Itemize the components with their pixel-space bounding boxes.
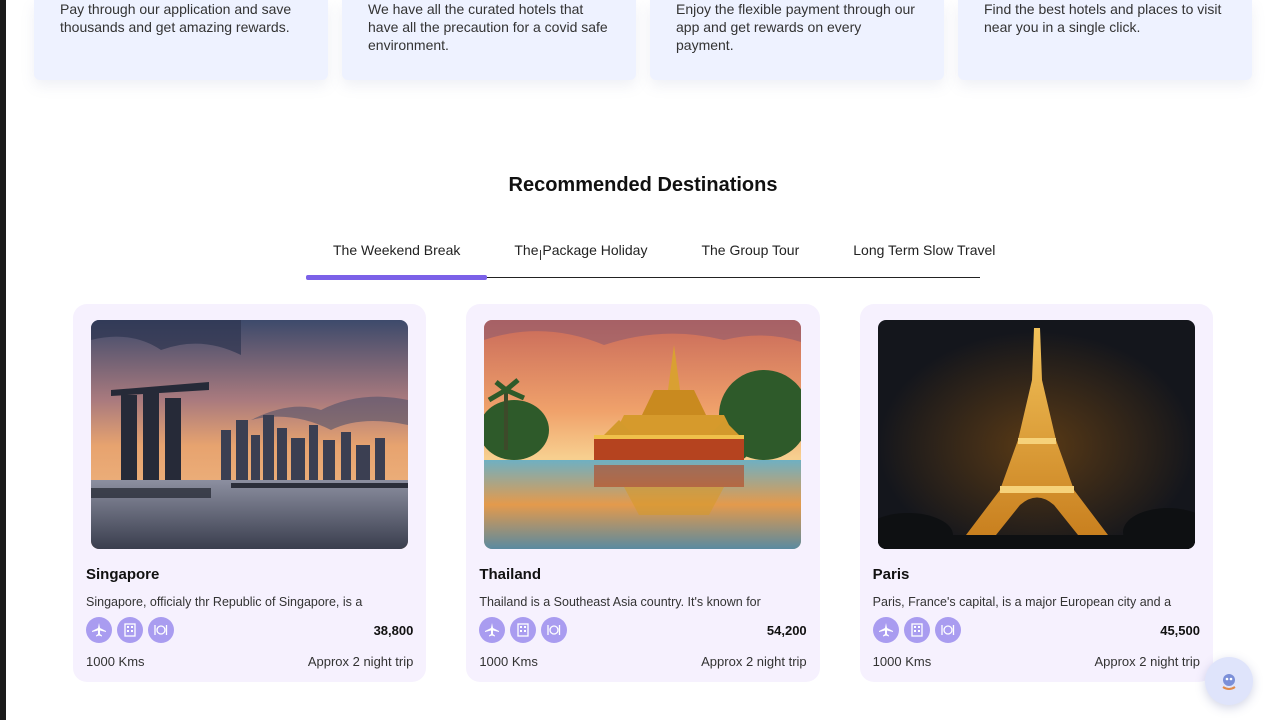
destination-distance: 1000 Kms — [86, 654, 145, 669]
singapore-image — [91, 320, 408, 549]
destination-description: Singapore, officialy thr Republic of Sin… — [86, 595, 363, 609]
hotel-icon — [510, 617, 537, 643]
destination-name: Paris — [872, 566, 910, 583]
airplane-icon — [86, 617, 112, 643]
destination-name: Thailand — [479, 566, 541, 583]
left-edge-bar — [0, 0, 6, 720]
chat-assistant-button[interactable] — [1205, 657, 1253, 705]
tab-group-tour[interactable]: The Group Tour — [674, 236, 826, 278]
feature-card: Enjoy the flexible payment through our a… — [650, 0, 944, 80]
destination-trip: Approx 2 night trip — [307, 654, 414, 669]
tab-package-holiday[interactable]: The Package Holiday — [487, 236, 674, 278]
feature-card: Find the best hotels and places to visit… — [958, 0, 1252, 80]
destination-description: Paris, France's capital, is a major Euro… — [872, 595, 1172, 609]
feature-text: We have all the curated hotels that have… — [368, 1, 608, 53]
destination-card-singapore[interactable]: Singapore Singapore, officialy thr Repub… — [73, 304, 427, 682]
text-cursor — [540, 250, 546, 260]
destination-price: 54,200 — [766, 622, 807, 638]
destination-distance: 1000 Kms — [479, 654, 538, 669]
hotel-icon — [117, 617, 143, 643]
feature-text: Find the best hotels and places to visit… — [984, 1, 1222, 35]
destination-distance: 1000 Kms — [872, 654, 932, 669]
food-icon — [541, 617, 568, 643]
destination-card-paris[interactable]: Paris Paris, France's capital, is a majo… — [859, 304, 1213, 682]
assistant-icon — [1222, 674, 1236, 690]
feature-card: Pay through our application and save tho… — [34, 0, 328, 80]
destination-trip: Approx 2 night trip — [1094, 654, 1200, 669]
destination-card-thailand[interactable]: Thailand Thailand is a Southeast Asia co… — [466, 304, 820, 682]
paris-image — [877, 320, 1195, 549]
feature-text: Pay through our application and save tho… — [60, 1, 292, 35]
destination-price: 38,800 — [373, 622, 414, 638]
destination-trip: Approx 2 night trip — [701, 654, 807, 669]
food-icon — [934, 617, 961, 643]
feature-text: Enjoy the flexible payment through our a… — [676, 1, 915, 53]
feature-card: We have all the curated hotels that have… — [342, 0, 636, 80]
destination-price: 45,500 — [1160, 622, 1200, 638]
destination-name: Singapore — [86, 566, 160, 583]
destination-cards: Singapore Singapore, officialy thr Repub… — [73, 304, 1213, 682]
hotel-icon — [903, 617, 930, 643]
feature-cards: Pay through our application and save tho… — [34, 0, 1254, 80]
destination-description: Thailand is a Southeast Asia country. It… — [479, 595, 761, 609]
tab-weekend-break[interactable]: The Weekend Break — [306, 236, 488, 280]
food-icon — [148, 617, 174, 643]
destination-tabs: The Weekend Break The Package Holiday Th… — [306, 236, 995, 280]
airplane-icon — [479, 617, 506, 643]
airplane-icon — [872, 617, 899, 643]
tab-slow-travel[interactable]: Long Term Slow Travel — [826, 236, 1022, 278]
section-title: Recommended Destinations — [508, 174, 778, 196]
thailand-image — [484, 320, 802, 549]
